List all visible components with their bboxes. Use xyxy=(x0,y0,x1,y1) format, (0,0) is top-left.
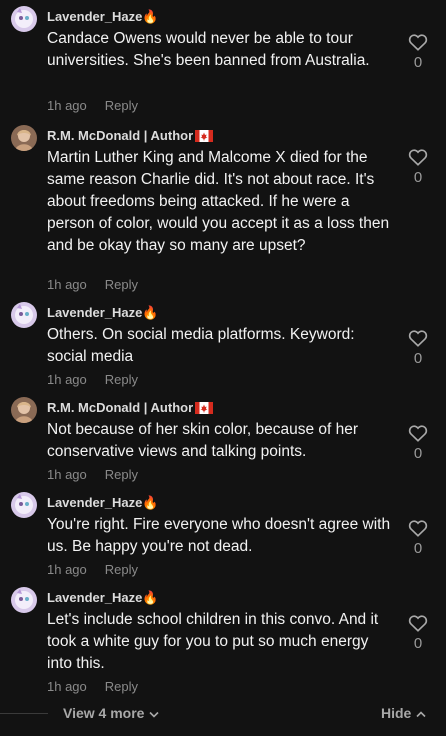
hide-button[interactable]: Hide xyxy=(381,705,426,721)
heart-outline-icon[interactable] xyxy=(408,33,428,51)
comment-text: Others. On social media platforms. Keywo… xyxy=(47,326,355,365)
view-more-button[interactable]: View 4 more xyxy=(63,705,160,721)
like-button[interactable]: 0 xyxy=(405,614,431,652)
comment-meta: 1h ago Reply xyxy=(47,679,138,694)
comment-time: 1h ago xyxy=(47,98,87,113)
avatar[interactable] xyxy=(11,587,37,613)
view-more-label: View 4 more xyxy=(63,705,145,721)
reply-button[interactable]: Reply xyxy=(105,467,138,482)
comment-time: 1h ago xyxy=(47,467,87,482)
comment-time: 1h ago xyxy=(47,679,87,694)
reply-button[interactable]: Reply xyxy=(105,277,138,292)
canada-flag-icon xyxy=(195,130,214,146)
comment-meta: 1h ago Reply xyxy=(47,98,138,113)
reply-button[interactable]: Reply xyxy=(105,679,138,694)
comment-meta: 1h ago Reply xyxy=(47,277,138,292)
avatar[interactable] xyxy=(11,302,37,328)
chevron-down-icon xyxy=(149,711,160,718)
heart-outline-icon[interactable] xyxy=(408,614,428,632)
like-button[interactable]: 0 xyxy=(405,424,431,462)
comment-author[interactable]: Lavender_Haze🔥 xyxy=(47,9,159,25)
heart-outline-icon[interactable] xyxy=(408,519,428,537)
comment-text: Martin Luther King and Malcome X died fo… xyxy=(47,149,390,254)
like-button[interactable]: 0 xyxy=(405,329,431,367)
reply-button[interactable]: Reply xyxy=(105,98,138,113)
comment-author[interactable]: Lavender_Haze🔥 xyxy=(47,590,159,606)
comment-meta: 1h ago Reply xyxy=(47,562,138,577)
divider xyxy=(0,713,48,714)
comment-meta: 1h ago Reply xyxy=(47,372,138,387)
chevron-up-icon xyxy=(416,711,426,717)
heart-outline-icon[interactable] xyxy=(408,329,428,347)
like-count: 0 xyxy=(413,540,423,557)
like-count: 0 xyxy=(413,445,423,462)
like-button[interactable]: 0 xyxy=(405,33,431,71)
like-button[interactable]: 0 xyxy=(405,519,431,557)
comment-text: Not because of her skin color, because o… xyxy=(47,421,359,460)
reply-button[interactable]: Reply xyxy=(105,372,138,387)
comment-time: 1h ago xyxy=(47,562,87,577)
comment-author[interactable]: Lavender_Haze🔥 xyxy=(47,305,159,321)
avatar[interactable] xyxy=(11,125,37,151)
comment-text: Candace Owens would never be able to tou… xyxy=(47,30,370,69)
hide-label: Hide xyxy=(381,705,412,721)
replies-footer: View 4 more Hide xyxy=(0,702,446,726)
heart-outline-icon[interactable] xyxy=(408,424,428,442)
comment-time: 1h ago xyxy=(47,372,87,387)
like-count: 0 xyxy=(413,54,423,71)
comment-author[interactable]: R.M. McDonald | Author xyxy=(47,128,214,146)
reply-button[interactable]: Reply xyxy=(105,562,138,577)
comment-author[interactable]: Lavender_Haze🔥 xyxy=(47,495,159,511)
like-count: 0 xyxy=(413,350,423,367)
like-button[interactable]: 0 xyxy=(405,148,431,186)
avatar[interactable] xyxy=(11,397,37,423)
comment-time: 1h ago xyxy=(47,277,87,292)
comment-text: You're right. Fire everyone who doesn't … xyxy=(47,516,391,555)
like-count: 0 xyxy=(413,635,423,652)
heart-outline-icon[interactable] xyxy=(408,148,428,166)
comment-text: Let's include school children in this co… xyxy=(47,611,379,672)
comment-author[interactable]: R.M. McDonald | Author xyxy=(47,400,214,418)
avatar[interactable] xyxy=(11,492,37,518)
comment-meta: 1h ago Reply xyxy=(47,467,138,482)
like-count: 0 xyxy=(413,169,423,186)
canada-flag-icon xyxy=(195,402,214,418)
avatar[interactable] xyxy=(11,6,37,32)
